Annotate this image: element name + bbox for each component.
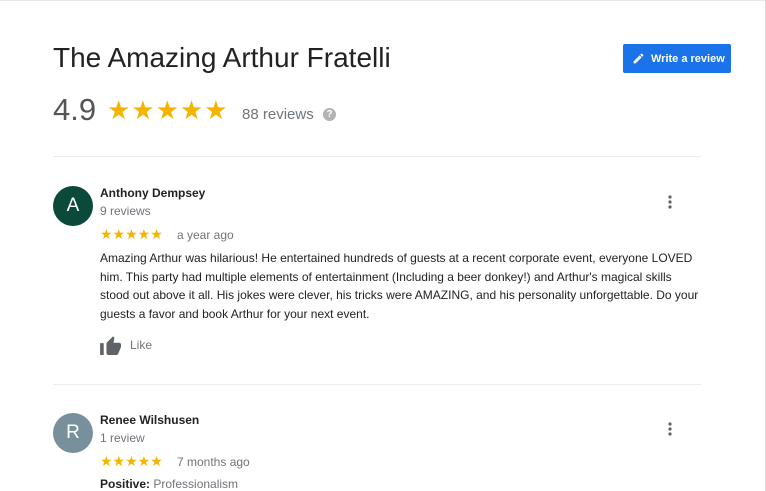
thumbs-up-icon — [100, 336, 121, 355]
review-divider — [53, 384, 701, 385]
reviewer-name[interactable]: Anthony Dempsey — [100, 186, 205, 200]
attribute-value: Professionalism — [153, 477, 239, 491]
write-review-button[interactable]: Write a review — [623, 44, 731, 73]
review-stars: ★★★★★ — [100, 453, 163, 469]
write-review-label: Write a review — [651, 52, 725, 65]
pencil-icon — [633, 53, 644, 64]
avatar[interactable]: A — [53, 186, 93, 226]
help-icon[interactable]: ? — [323, 108, 336, 121]
window-top-border — [0, 0, 766, 1]
attribute-label: Positive: — [100, 477, 151, 491]
page-title: The Amazing Arthur Fratelli — [53, 42, 391, 73]
review-date: 7 months ago — [177, 455, 250, 469]
more-vert-icon[interactable] — [662, 421, 678, 437]
review-count-link[interactable]: 88 reviews — [242, 106, 314, 123]
review-date: a year ago — [177, 228, 234, 242]
reviewer-review-count: 1 review — [100, 431, 145, 445]
review-text: Amazing Arthur was hilarious! He enterta… — [100, 251, 699, 321]
like-button[interactable]: Like — [100, 335, 152, 355]
reviewer-name[interactable]: Renee Wilshusen — [100, 413, 199, 427]
reviewer-review-count: 9 reviews — [100, 204, 151, 218]
average-rating: 4.9 — [53, 92, 97, 127]
average-rating-stars: ★★★★★ — [107, 95, 229, 125]
header-divider — [53, 156, 701, 157]
review-stars: ★★★★★ — [100, 226, 163, 242]
like-label: Like — [130, 338, 153, 352]
review-attribute: Positive: Professionalism — [100, 477, 238, 491]
more-vert-icon[interactable] — [662, 194, 678, 210]
avatar[interactable]: R — [53, 413, 93, 453]
